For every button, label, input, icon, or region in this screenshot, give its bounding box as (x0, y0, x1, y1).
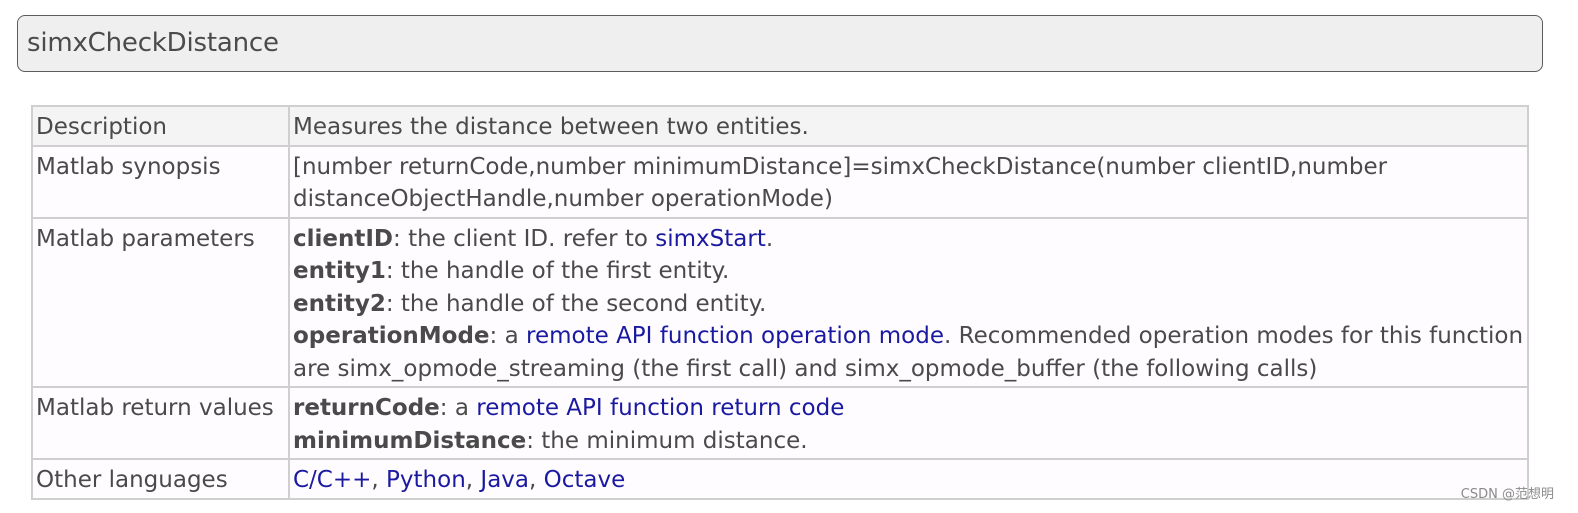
return-return-code: returnCode: a remote API function return… (293, 392, 1524, 425)
param-name: clientID (293, 225, 394, 252)
param-desc-end: . (765, 225, 774, 252)
language-link-octave[interactable]: Octave (544, 467, 626, 493)
param-desc: : the handle of the second entity. (385, 290, 767, 317)
language-separator: , (371, 467, 387, 493)
simxstart-link[interactable]: simxStart (655, 226, 766, 252)
return-values-value: returnCode: a remote API function return… (288, 386, 1529, 460)
parameters-label: Matlab parameters (31, 216, 290, 388)
other-languages-row: Other languages C/C++, Python, Java, Oct… (31, 458, 1529, 500)
synopsis-text: [number returnCode,number minimumDistanc… (293, 153, 1388, 213)
param-name: entity2 (293, 290, 386, 317)
other-languages-value: C/C++, Python, Java, Octave (288, 458, 1529, 500)
synopsis-row: Matlab synopsis [number returnCode,numbe… (31, 144, 1529, 219)
language-link-cpp[interactable]: C/C++ (293, 467, 371, 493)
param-entity2: entity2: the handle of the second entity… (293, 288, 1524, 321)
return-name: returnCode (293, 395, 440, 421)
description-label: Description (31, 105, 290, 147)
param-name: entity1 (293, 258, 386, 284)
param-desc: : the client ID. refer to (393, 225, 656, 252)
function-title: simxCheckDistance (27, 28, 279, 58)
param-desc: : a (489, 323, 527, 349)
api-reference-table: Description Measures the distance betwee… (31, 105, 1529, 500)
csdn-watermark: CSDN @范想明 (1460, 487, 1554, 502)
param-client-id: clientID: the client ID. refer to simxSt… (293, 223, 1524, 256)
param-name: operationMode (293, 323, 490, 349)
return-values-label: Matlab return values (31, 386, 290, 460)
return-name: minimumDistance (293, 427, 527, 454)
description-value: Measures the distance between two entiti… (288, 105, 1529, 147)
param-entity1: entity1: the handle of the first entity. (293, 255, 1524, 288)
return-values-row: Matlab return values returnCode: a remot… (31, 386, 1529, 460)
other-languages-label: Other languages (31, 458, 290, 500)
parameters-row: Matlab parameters clientID: the client I… (31, 216, 1529, 388)
return-desc: : the minimum distance. (526, 427, 808, 454)
param-operation-mode: operationMode: a remote API function ope… (293, 320, 1524, 385)
synopsis-value: [number returnCode,number minimumDistanc… (288, 144, 1529, 219)
operation-mode-link[interactable]: remote API function operation mode (526, 323, 944, 349)
return-minimum-distance: minimumDistance: the minimum distance. (293, 425, 1524, 458)
parameters-value: clientID: the client ID. refer to simxSt… (288, 216, 1529, 388)
language-link-python[interactable]: Python (386, 467, 466, 493)
language-separator: , (529, 467, 544, 493)
language-link-java[interactable]: Java (480, 467, 529, 493)
param-desc: : the handle of the first entity. (385, 258, 730, 284)
description-row: Description Measures the distance betwee… (31, 105, 1529, 147)
synopsis-label: Matlab synopsis (31, 144, 290, 219)
return-desc: : a (439, 395, 477, 421)
function-title-box: simxCheckDistance (17, 15, 1543, 72)
return-code-link[interactable]: remote API function return code (476, 395, 844, 421)
language-separator: , (465, 467, 481, 493)
